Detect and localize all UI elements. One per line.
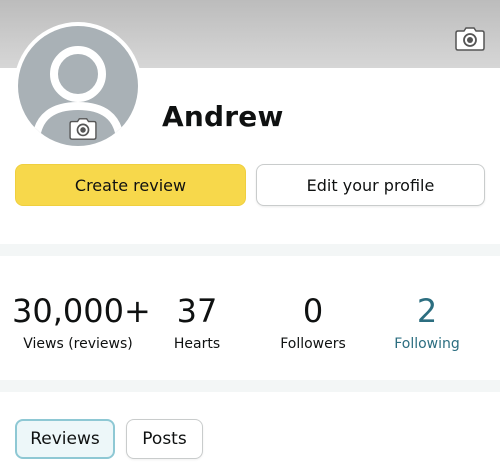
stat-views: 30,000+ Views (reviews) bbox=[12, 292, 151, 352]
stat-label: Views (reviews) bbox=[23, 336, 133, 352]
stat-value[interactable]: 2 bbox=[385, 292, 469, 330]
tab-posts[interactable]: Posts bbox=[126, 419, 203, 459]
avatar[interactable] bbox=[14, 22, 142, 150]
edit-profile-button[interactable]: Edit your profile bbox=[256, 164, 485, 206]
tab-reviews[interactable]: Reviews bbox=[15, 419, 115, 459]
camera-icon[interactable] bbox=[454, 26, 486, 52]
stat-value: 37 bbox=[176, 292, 218, 330]
section-divider bbox=[0, 244, 500, 256]
stat-following-link[interactable]: 2 Following bbox=[385, 292, 469, 352]
stat-followers: 0 Followers bbox=[270, 292, 356, 352]
stat-value: 30,000+ bbox=[12, 292, 151, 330]
stat-label: Hearts bbox=[173, 336, 221, 352]
camera-icon[interactable] bbox=[68, 117, 98, 141]
stat-label[interactable]: Following bbox=[385, 336, 469, 352]
stat-value: 0 bbox=[302, 292, 324, 330]
create-review-button[interactable]: Create review bbox=[15, 164, 246, 206]
stat-label: Followers bbox=[280, 336, 346, 352]
profile-name: Andrew bbox=[162, 100, 284, 133]
stat-hearts: 37 Hearts bbox=[158, 292, 236, 352]
section-divider bbox=[0, 380, 500, 392]
